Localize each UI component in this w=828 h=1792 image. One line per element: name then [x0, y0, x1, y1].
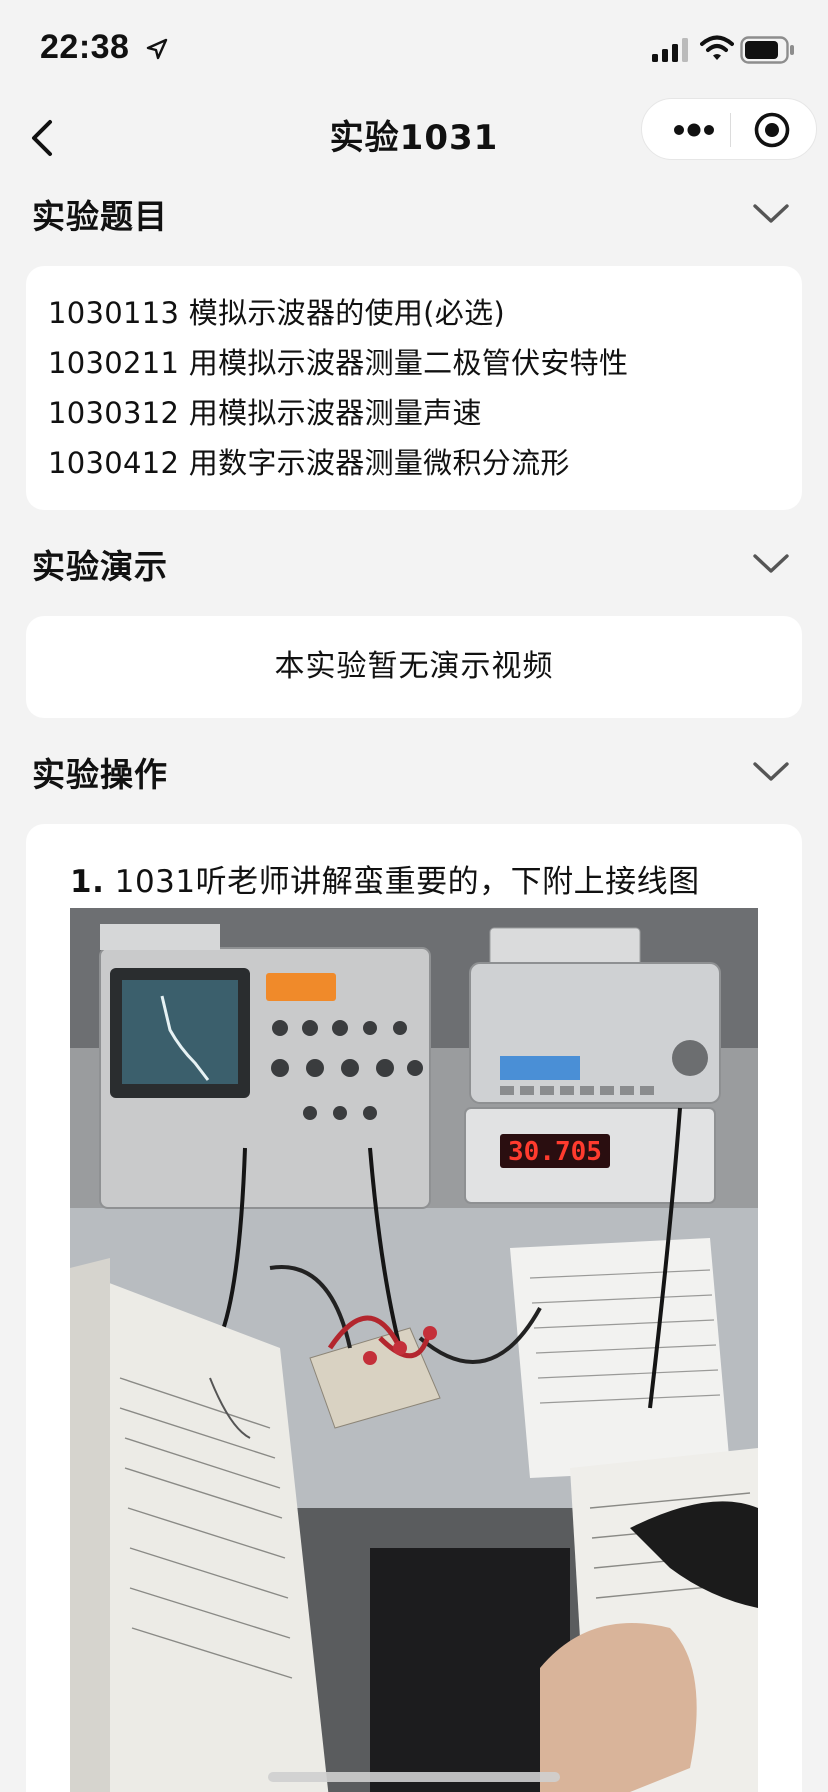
section-header-topics[interactable]: 实验题目	[0, 182, 828, 242]
wiring-diagram-photo[interactable]: 30.705	[70, 908, 758, 1792]
chevron-down-icon[interactable]	[752, 760, 790, 784]
topic-item: 1030211 用模拟示波器测量二极管伏安特性	[48, 346, 629, 380]
signal-generator	[469, 962, 721, 1104]
mini-program-page: 22:38 实验1031 实验题目 1030113 模拟示波器的使用(必选) 1…	[0, 0, 828, 1792]
section-title: 实验操作	[32, 755, 168, 794]
counter-reading: 30.705	[508, 1137, 602, 1167]
topic-item: 1030113 模拟示波器的使用(必选)	[48, 296, 506, 330]
wifi-icon	[700, 35, 734, 60]
lab-bench-illustration: 30.705	[70, 908, 758, 1792]
section-header-operation[interactable]: 实验操作	[0, 740, 828, 800]
step-number: 1.	[70, 864, 105, 900]
topics-card: 1030113 模拟示波器的使用(必选) 1030211 用模拟示波器测量二极管…	[26, 266, 802, 510]
mini-program-capsule	[641, 98, 817, 160]
more-dots-icon[interactable]	[672, 119, 716, 141]
cellular-signal-icon	[652, 38, 688, 62]
step-text: 1031听老师讲解蛮重要的，下附上接线图	[114, 864, 700, 900]
status-bar: 22:38	[0, 0, 828, 96]
close-miniprogram-icon[interactable]	[753, 111, 791, 149]
topic-list: 1030113 模拟示波器的使用(必选) 1030211 用模拟示波器测量二极管…	[26, 266, 802, 488]
home-indicator	[268, 1772, 560, 1782]
capsule-divider	[730, 113, 731, 147]
status-time: 22:38	[40, 28, 130, 66]
topic-item: 1030312 用模拟示波器测量声速	[48, 396, 482, 430]
demo-card: 本实验暂无演示视频	[26, 616, 802, 718]
topic-item: 1030412 用数字示波器测量微积分流形	[48, 446, 570, 480]
section-header-demo[interactable]: 实验演示	[0, 532, 828, 592]
chevron-down-icon[interactable]	[752, 552, 790, 576]
navigation-bar: 实验1031	[0, 96, 828, 184]
section-title: 实验演示	[32, 547, 168, 586]
location-arrow-icon	[146, 38, 168, 60]
chevron-down-icon[interactable]	[752, 202, 790, 226]
operation-card: 1. 1031听老师讲解蛮重要的，下附上接线图 30.705	[26, 824, 802, 1792]
battery-icon	[740, 36, 794, 64]
no-demo-video-text: 本实验暂无演示视频	[274, 649, 554, 684]
step-title: 1. 1031听老师讲解蛮重要的，下附上接线图	[70, 856, 700, 901]
section-title: 实验题目	[32, 197, 168, 236]
